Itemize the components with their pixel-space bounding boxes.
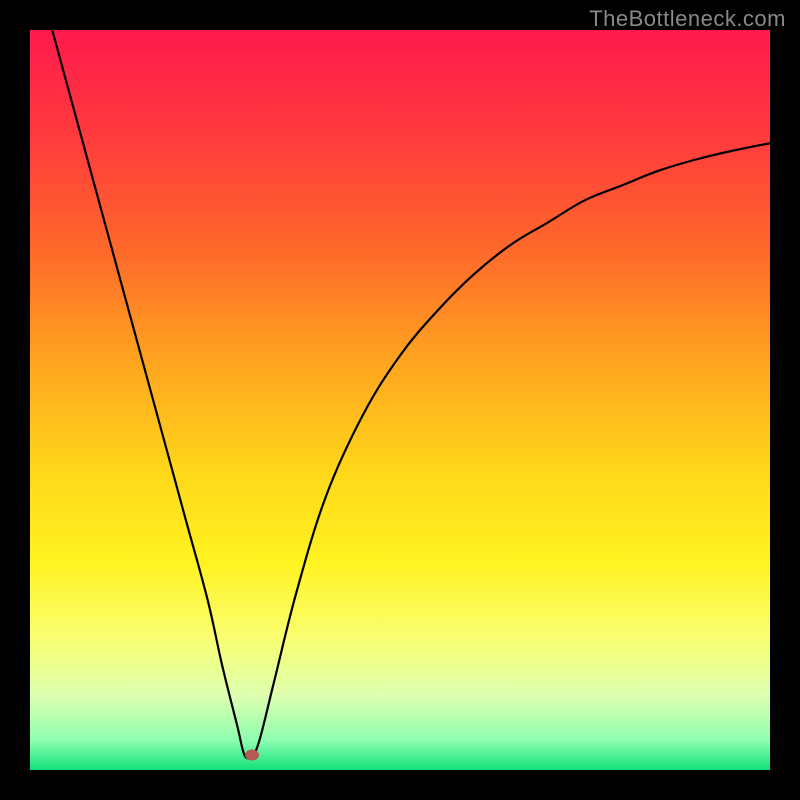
watermark-text: TheBottleneck.com (589, 6, 786, 32)
curve-layer (30, 30, 770, 770)
optimal-point-marker (245, 750, 259, 761)
chart-frame: TheBottleneck.com (0, 0, 800, 800)
plot-area (30, 30, 770, 770)
bottleneck-curve (52, 30, 770, 758)
